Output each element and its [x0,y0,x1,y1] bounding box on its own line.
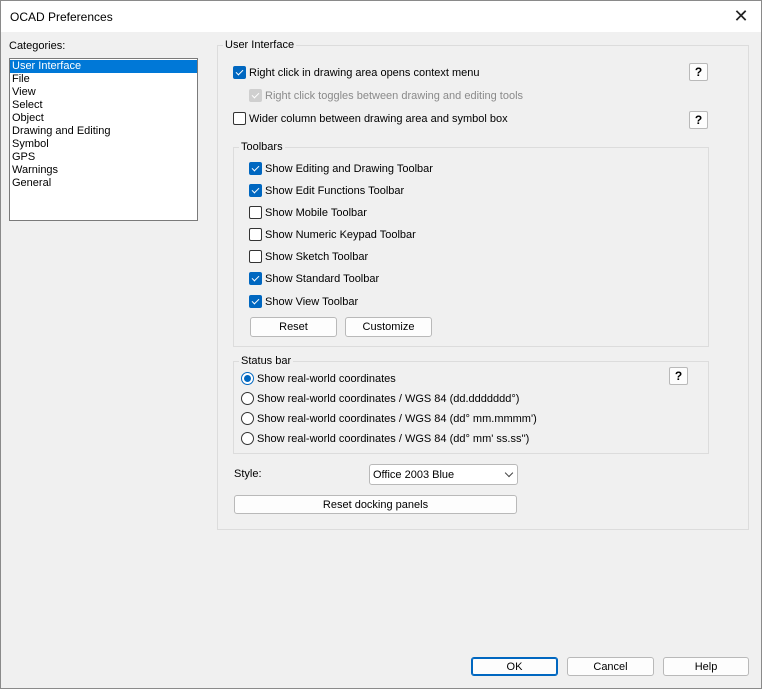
user-interface-group-title: User Interface [223,39,297,51]
status-label-wgs84-dd: Show real-world coordinates / WGS 84 (dd… [257,392,520,405]
category-item-general[interactable]: General [10,177,197,190]
toolbar-label-view: Show View Toolbar [265,295,359,308]
reset-docking-panels-button[interactable]: Reset docking panels [234,495,517,514]
status-label-wgs84-ddmmss: Show real-world coordinates / WGS 84 (dd… [257,432,530,445]
style-select-value: Office 2003 Blue [373,468,455,481]
right-click-toggles-checkbox [249,89,262,102]
status-option-wgs84-dd[interactable]: Show real-world coordinates / WGS 84 (dd… [241,392,519,405]
toolbar-option-sketch[interactable]: Show Sketch Toolbar [249,250,368,263]
right-click-toggles-option: Right click toggles between drawing and … [249,89,523,102]
help-button[interactable]: Help [663,657,749,676]
help-button-status-bar[interactable]: ? [669,367,688,385]
right-click-menu-checkbox[interactable] [233,66,246,79]
category-item-user-interface[interactable]: User Interface [10,60,197,73]
toolbar-checkbox-sketch[interactable] [249,250,262,263]
toolbars-customize-button[interactable]: Customize [345,317,432,337]
cancel-button[interactable]: Cancel [567,657,654,676]
toolbar-option-view[interactable]: Show View Toolbar [249,295,358,308]
toolbar-checkbox-editing-drawing[interactable] [249,162,262,175]
style-label: Style: [234,468,262,480]
category-item-file[interactable]: File [10,73,197,86]
toolbar-checkbox-numeric-keypad[interactable] [249,228,262,241]
preferences-dialog: OCAD Preferences ✕ Categories: User Inte… [0,0,762,689]
status-bar-group-title: Status bar [239,355,294,367]
right-click-menu-label: Right click in drawing area opens contex… [249,66,480,79]
status-radio-wgs84-dd[interactable] [241,392,254,405]
wider-column-label: Wider column between drawing area and sy… [249,112,508,125]
toolbar-label-numeric-keypad: Show Numeric Keypad Toolbar [265,228,416,241]
toolbar-option-edit-functions[interactable]: Show Edit Functions Toolbar [249,184,404,197]
toolbar-checkbox-mobile[interactable] [249,206,262,219]
category-item-symbol[interactable]: Symbol [10,138,197,151]
close-icon: ✕ [733,6,749,26]
toolbar-option-numeric-keypad[interactable]: Show Numeric Keypad Toolbar [249,228,416,241]
toolbar-checkbox-standard[interactable] [249,272,262,285]
categories-listbox[interactable]: User Interface File View Select Object D… [9,58,198,221]
toolbar-checkbox-edit-functions[interactable] [249,184,262,197]
help-button-wider-column[interactable]: ? [689,111,708,129]
wider-column-option[interactable]: Wider column between drawing area and sy… [233,112,508,125]
toolbar-label-sketch: Show Sketch Toolbar [265,250,369,263]
style-select[interactable]: Office 2003 Blue [369,464,518,485]
title-bar: OCAD Preferences ✕ [1,1,761,32]
toolbar-option-editing-drawing[interactable]: Show Editing and Drawing Toolbar [249,162,433,175]
toolbar-checkbox-view[interactable] [249,295,262,308]
window-title: OCAD Preferences [10,10,113,24]
categories-label: Categories: [9,40,66,52]
toolbars-group-title: Toolbars [239,141,285,153]
status-label-wgs84-ddmm: Show real-world coordinates / WGS 84 (dd… [257,412,537,425]
right-click-toggles-label: Right click toggles between drawing and … [265,89,524,102]
category-item-select[interactable]: Select [10,99,197,112]
toolbars-reset-button[interactable]: Reset [250,317,337,337]
status-radio-wgs84-ddmm[interactable] [241,412,254,425]
toolbar-label-editing-drawing: Show Editing and Drawing Toolbar [265,162,433,175]
ok-button[interactable]: OK [471,657,558,676]
status-radio-real-world[interactable] [241,372,254,385]
status-option-real-world[interactable]: Show real-world coordinates [241,372,396,385]
category-item-object[interactable]: Object [10,112,197,125]
status-option-wgs84-ddmmss[interactable]: Show real-world coordinates / WGS 84 (dd… [241,432,529,445]
category-item-gps[interactable]: GPS [10,151,197,164]
chevron-down-icon [504,468,514,478]
status-label-real-world: Show real-world coordinates [257,372,396,385]
toolbar-label-edit-functions: Show Edit Functions Toolbar [265,184,405,197]
category-item-view[interactable]: View [10,86,197,99]
toolbar-label-mobile: Show Mobile Toolbar [265,206,367,219]
toolbar-option-mobile[interactable]: Show Mobile Toolbar [249,206,367,219]
toolbar-option-standard[interactable]: Show Standard Toolbar [249,272,379,285]
help-button-right-click[interactable]: ? [689,63,708,81]
close-button[interactable]: ✕ [721,1,761,32]
status-option-wgs84-ddmm[interactable]: Show real-world coordinates / WGS 84 (dd… [241,412,537,425]
wider-column-checkbox[interactable] [233,112,246,125]
status-radio-wgs84-ddmmss[interactable] [241,432,254,445]
category-item-warnings[interactable]: Warnings [10,164,197,177]
toolbar-label-standard: Show Standard Toolbar [265,272,380,285]
right-click-menu-option[interactable]: Right click in drawing area opens contex… [233,66,480,79]
category-item-drawing-and-editing[interactable]: Drawing and Editing [10,125,197,138]
